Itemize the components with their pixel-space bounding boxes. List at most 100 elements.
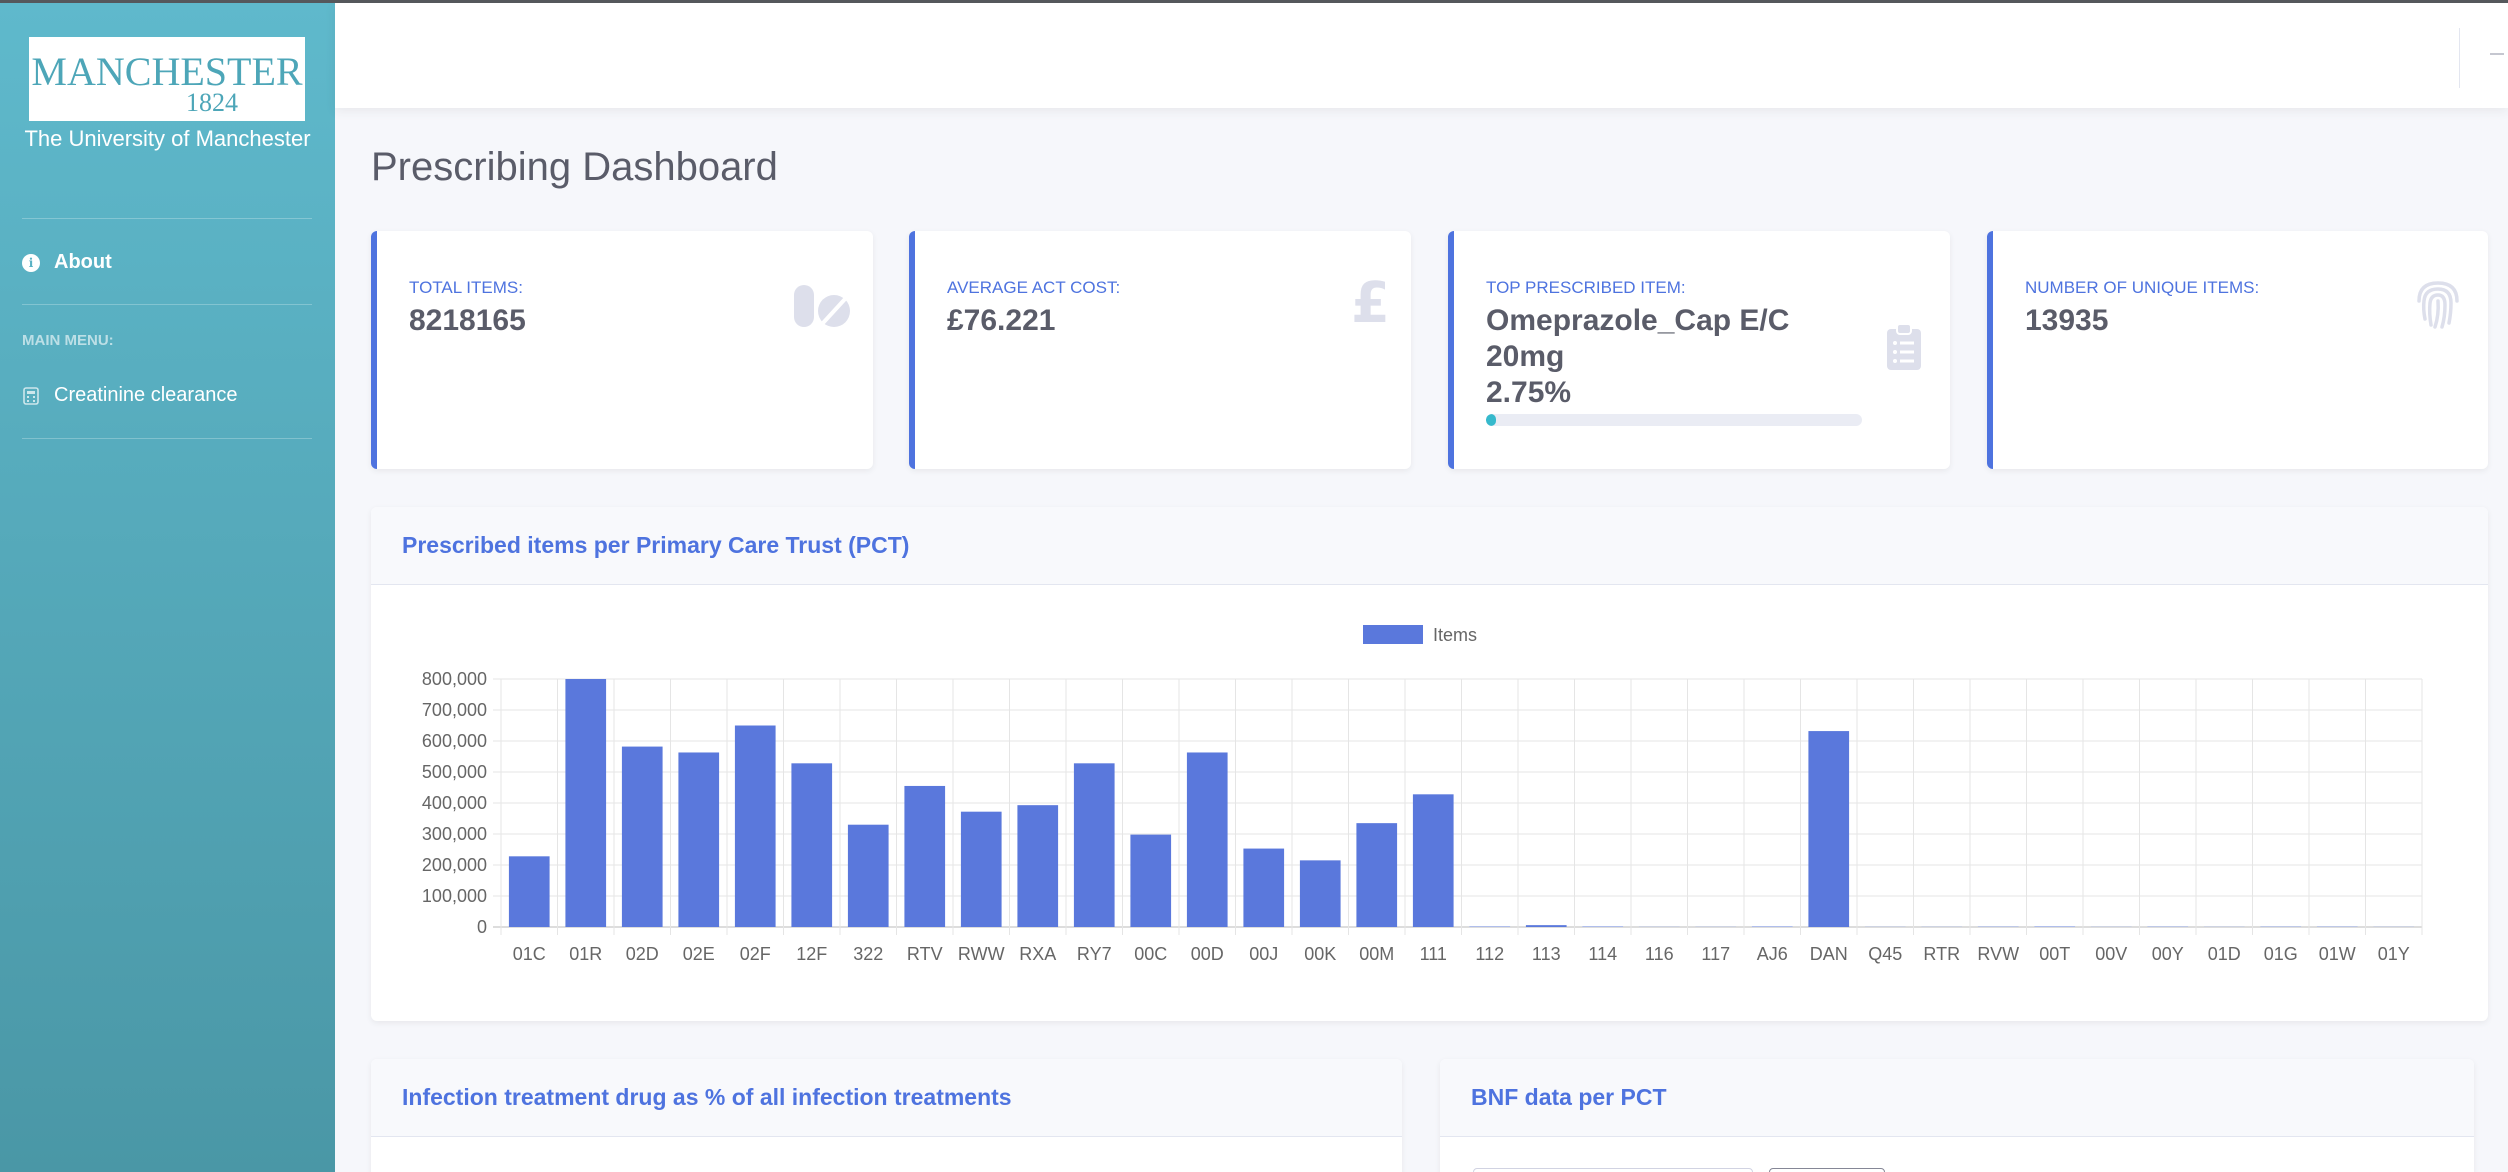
x-tick-label: 01W <box>2319 944 2356 964</box>
x-tick-label: 00D <box>1191 944 1224 964</box>
x-tick-label: 117 <box>1701 944 1730 964</box>
panel-title: Prescribed items per Primary Care Trust … <box>371 507 2488 585</box>
panel-title: BNF data per PCT <box>1440 1059 2474 1137</box>
progress-fill <box>1486 414 1497 426</box>
card-label: TOTAL ITEMS: <box>409 278 523 297</box>
legend-swatch <box>1363 625 1423 644</box>
y-tick-label: 600,000 <box>422 731 487 751</box>
x-tick-label: RTV <box>907 944 943 964</box>
logo-year: 1824 <box>186 88 238 117</box>
sidebar-item-about[interactable]: i About <box>22 251 112 274</box>
x-tick-label: 114 <box>1588 944 1617 964</box>
card-value: 13935 <box>2025 304 2109 337</box>
chart-bar <box>960 811 1002 927</box>
x-tick-label: RTR <box>1923 944 1960 964</box>
university-logo[interactable]: MANCHESTER 1824 <box>29 37 305 121</box>
page-title: Prescribing Dashboard <box>371 145 778 189</box>
chart-bar <box>1525 925 1567 927</box>
window-top-border <box>0 0 2508 3</box>
x-tick-label: RY7 <box>1077 944 1112 964</box>
stat-card-total-items: TOTAL ITEMS: 8218165 <box>371 231 873 469</box>
x-tick-label: RVW <box>1977 944 2019 964</box>
bnf-panel: BNF data per PCT <box>1440 1059 2474 1172</box>
chart-bar <box>1186 752 1228 927</box>
sidebar-item-creatinine[interactable]: Creatinine clearance <box>22 384 237 407</box>
x-tick-label: 00V <box>2095 944 2127 964</box>
x-tick-label: 112 <box>1475 944 1504 964</box>
chart-bar <box>1808 731 1850 927</box>
x-tick-label: RWW <box>958 944 1005 964</box>
logo-name: MANCHESTER <box>31 49 303 94</box>
y-tick-label: 700,000 <box>422 700 487 720</box>
chart-bar <box>847 824 889 927</box>
x-tick-label: 113 <box>1532 944 1561 964</box>
x-tick-label: 00Y <box>2152 944 2184 964</box>
chart-bar <box>791 763 833 927</box>
sidebar-item-label: About <box>54 251 112 273</box>
chart-bar <box>734 725 776 927</box>
infection-panel: Infection treatment drug as % of all inf… <box>371 1059 1402 1172</box>
x-tick-label: 00T <box>2039 944 2070 964</box>
chart-bar <box>565 679 607 927</box>
y-tick-label: 400,000 <box>422 793 487 813</box>
x-tick-label: 01R <box>569 944 602 964</box>
topbar-menu-toggle[interactable] <box>2490 53 2504 55</box>
x-tick-label: 02D <box>626 944 659 964</box>
pct-select[interactable] <box>1473 1168 1753 1172</box>
sidebar-divider <box>22 438 312 439</box>
stat-card-top-item: TOP PRESCRIBED ITEM: Omeprazole_Cap E/C … <box>1448 231 1950 469</box>
pound-icon: £ <box>1351 271 1390 336</box>
chart-bar <box>1130 834 1172 927</box>
legend-label: Items <box>1433 625 1477 645</box>
card-label: TOP PRESCRIBED ITEM: <box>1486 278 1686 297</box>
x-tick-label: 01D <box>2208 944 2241 964</box>
sidebar-divider <box>22 218 312 219</box>
sidebar-heading: MAIN MENU: <box>22 332 114 349</box>
x-tick-label: 02F <box>740 944 771 964</box>
chart-bar <box>508 856 550 927</box>
x-tick-label: DAN <box>1810 944 1848 964</box>
pct-chart-panel: Prescribed items per Primary Care Trust … <box>371 507 2488 1021</box>
y-tick-label: 800,000 <box>422 669 487 689</box>
x-tick-label: 01G <box>2264 944 2298 964</box>
x-tick-label: 111 <box>1420 944 1447 964</box>
chart-bar <box>1299 860 1341 927</box>
info-circle-icon: i <box>22 253 40 272</box>
y-tick-label: 0 <box>477 917 487 937</box>
chart-bar <box>904 785 946 927</box>
chart-bar <box>621 746 663 927</box>
fingerprint-icon <box>2413 279 2463 336</box>
submit-button[interactable] <box>1769 1168 1885 1172</box>
x-tick-label: 00C <box>1134 944 1167 964</box>
x-tick-label: 322 <box>853 944 883 964</box>
x-tick-label: 01Y <box>2378 944 2410 964</box>
stat-card-average-cost: AVERAGE ACT COST: £76.221 £ <box>909 231 1411 469</box>
chart-bar <box>1017 805 1059 927</box>
x-tick-label: AJ6 <box>1757 944 1788 964</box>
chart-bar <box>1412 794 1454 927</box>
pct-bar-chart: 0 100,000 200,000 300,000 400,000 500,000 600,… <box>371 586 2488 1021</box>
topbar-divider <box>2459 28 2460 88</box>
card-label: NUMBER OF UNIQUE ITEMS: <box>2025 278 2260 297</box>
stat-card-unique-items: NUMBER OF UNIQUE ITEMS: 13935 <box>1987 231 2488 469</box>
card-value: £76.221 <box>947 304 1056 337</box>
x-tick-label: 12F <box>796 944 827 964</box>
x-tick-label: 02E <box>683 944 715 964</box>
x-tick-label: Q45 <box>1868 944 1902 964</box>
x-tick-label: 01C <box>513 944 546 964</box>
x-tick-label: 00J <box>1249 944 1278 964</box>
sidebar: MANCHESTER 1824 The University of Manche… <box>0 0 335 1172</box>
sidebar-divider <box>22 304 312 305</box>
y-tick-label: 200,000 <box>422 855 487 875</box>
x-tick-label: 00K <box>1304 944 1336 964</box>
x-tick-label: RXA <box>1019 944 1056 964</box>
y-tick-label: 500,000 <box>422 762 487 782</box>
chart-bar <box>678 752 720 927</box>
x-tick-label: 00M <box>1359 944 1394 964</box>
chart-bar <box>1073 763 1115 927</box>
calculator-icon <box>22 386 40 405</box>
panel-title: Infection treatment drug as % of all inf… <box>371 1059 1402 1137</box>
sidebar-item-label: Creatinine clearance <box>54 384 238 406</box>
y-tick-label: 100,000 <box>422 886 487 906</box>
logo-subtitle: The University of Manchester <box>24 126 311 151</box>
